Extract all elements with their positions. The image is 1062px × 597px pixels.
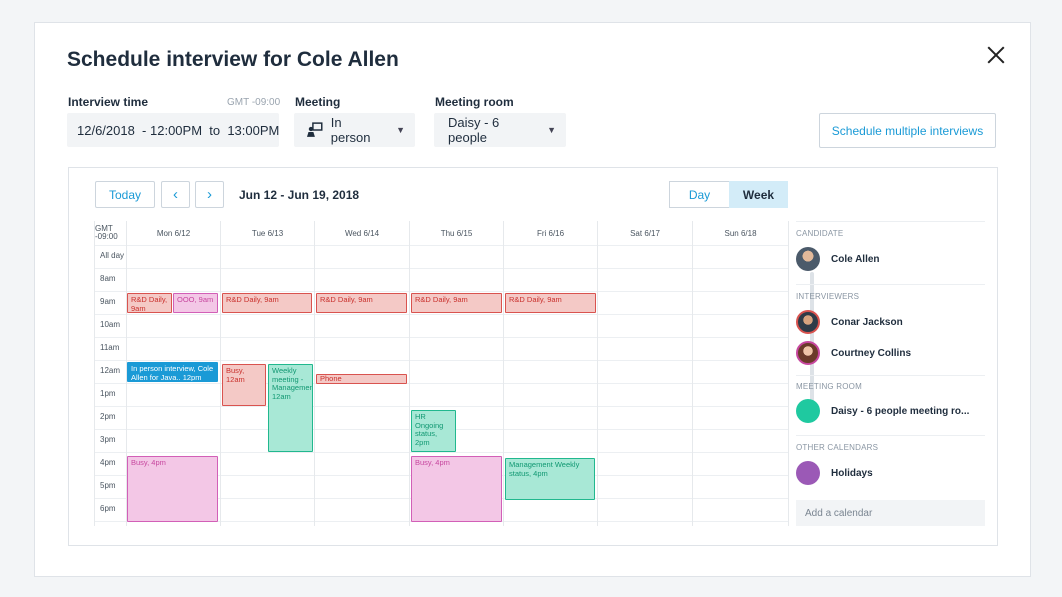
hour-label: 11am (100, 343, 120, 352)
meeting-room-value: Daisy - 6 people (448, 115, 500, 145)
calendar-event[interactable]: R&D Daily, 9am (222, 293, 312, 313)
schedule-multiple-button[interactable]: Schedule multiple interviews (819, 113, 996, 148)
close-icon[interactable] (986, 45, 1006, 65)
avatar (796, 247, 820, 271)
next-week-button[interactable]: › (195, 181, 224, 208)
hour-label: 9am (100, 297, 116, 306)
in-person-icon (307, 122, 323, 137)
hour-label: 10am (100, 320, 121, 329)
chevron-down-icon: ▼ (547, 125, 556, 135)
hour-label: 3pm (100, 435, 116, 444)
gmt-header: GMT -09:00 (95, 221, 127, 245)
calendar-event[interactable]: R&D Daily, 9am (505, 293, 596, 313)
dialog-title: Schedule interview for Cole Allen (67, 48, 399, 71)
meeting-room-name: Daisy - 6 people meeting ro... (831, 405, 970, 417)
interview-time-value: 12/6/2018 - 12:00PM to 13:00PM (77, 122, 280, 138)
calendar-event[interactable]: Busy, 4pm (411, 456, 502, 522)
calendar-color-dot (796, 461, 820, 485)
interviewer-name: Courtney Collins (831, 347, 912, 359)
date-range: Jun 12 - Jun 19, 2018 (239, 188, 360, 202)
chevron-down-icon: ▼ (396, 125, 405, 135)
calendar-event[interactable]: OOO, 9am (173, 293, 218, 313)
calendar-event[interactable]: R&D Daily, 9am (127, 293, 172, 313)
interview-time-field[interactable]: 12/6/2018 - 12:00PM to 13:00PM (67, 113, 279, 147)
hour-label: 5pm (100, 481, 116, 490)
calendar-event[interactable]: Weekly meeting - Management, 12am (268, 364, 313, 452)
calendar-event[interactable]: Phone intervie...12:30am (316, 374, 407, 384)
meeting-room-item: Daisy - 6 people meeting ro... (796, 399, 969, 423)
room-color-dot (796, 399, 820, 423)
day-header: Sat 6/17 (598, 221, 693, 245)
day-header: Thu 6/15 (410, 221, 504, 245)
today-button[interactable]: Today (95, 181, 155, 208)
day-header: Mon 6/12 (127, 221, 221, 245)
candidate-label: CANDIDATE (796, 229, 844, 238)
chevron-right-icon: › (207, 186, 212, 203)
meeting-label: Meeting (295, 95, 341, 109)
meeting-value: In person (330, 115, 371, 145)
add-calendar-input[interactable]: Add a calendar (796, 500, 985, 526)
calendar-event[interactable]: In person interview, Cole Allen for Java… (127, 362, 218, 382)
candidate-item: Cole Allen (796, 247, 880, 271)
avatar (796, 310, 820, 334)
meeting-room-section-label: MEETING ROOM (796, 382, 862, 391)
all-day-label: All day (100, 251, 125, 260)
day-header: Sun 6/18 (693, 221, 788, 245)
hour-label: 2pm (100, 412, 116, 421)
day-header: Wed 6/14 (315, 221, 410, 245)
meeting-select[interactable]: In person ▼ (294, 113, 415, 147)
interviewer-item: Conar Jackson (796, 310, 903, 334)
calendar-event[interactable]: Busy, 4pm (127, 456, 218, 522)
other-calendars-label: OTHER CALENDARS (796, 443, 879, 452)
hour-label: 8am (100, 274, 116, 283)
calendar-event[interactable]: R&D Daily, 9am (316, 293, 407, 313)
calendar-event[interactable]: R&D Daily, 9am (411, 293, 502, 313)
avatar (796, 341, 820, 365)
chevron-left-icon: ‹ (173, 186, 178, 203)
week-grid: GMT -09:00 Mon 6/12 Tue 6/13 Wed 6/14 Th… (94, 221, 789, 526)
day-header: Fri 6/16 (504, 221, 598, 245)
calendar-event[interactable]: Management Weekly status, 4pm (505, 458, 595, 500)
interviewer-name: Conar Jackson (831, 316, 903, 328)
calendar-event[interactable]: HR Ongoing status, 2pm (411, 410, 456, 452)
calendar-panel: Today ‹ › Jun 12 - Jun 19, 2018 Day Week… (68, 167, 998, 546)
schedule-dialog: Schedule interview for Cole Allen Interv… (34, 22, 1031, 577)
calendar-name: Holidays (831, 467, 873, 479)
meeting-room-label: Meeting room (435, 95, 514, 109)
hour-label: 12am (100, 366, 121, 375)
calendar-event[interactable]: Busy, 12am (222, 364, 266, 406)
hour-label: 1pm (100, 389, 116, 398)
calendar-item[interactable]: Holidays (796, 461, 873, 485)
interviewers-label: INTERVIEWERS (796, 292, 860, 301)
prev-week-button[interactable]: ‹ (161, 181, 190, 208)
interview-time-label: Interview time (68, 95, 149, 109)
hour-label: 4pm (100, 458, 116, 467)
hour-label: 6pm (100, 504, 116, 513)
day-view-toggle[interactable]: Day (669, 181, 729, 208)
timezone-label: GMT -09:00 (227, 97, 281, 108)
day-header: Tue 6/13 (221, 221, 315, 245)
interviewer-item: Courtney Collins (796, 341, 911, 365)
week-view-toggle[interactable]: Week (729, 181, 788, 208)
meeting-room-select[interactable]: Daisy - 6 people ▼ (434, 113, 566, 147)
candidate-name: Cole Allen (831, 253, 880, 265)
